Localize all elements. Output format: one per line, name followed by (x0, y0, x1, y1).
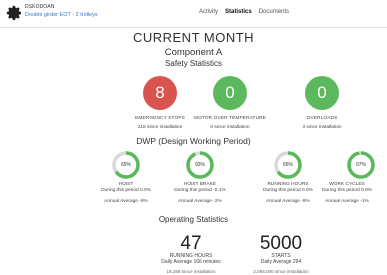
starts-value: 5000 (259, 233, 303, 254)
hoist-brake-annual-average: Annual Average -2% (178, 199, 222, 204)
work-cycles-label: WORK CYCLES (329, 182, 365, 187)
overloads-label: OVERLOADS (306, 116, 338, 121)
hoist-brake-label: HOIST BRAKE (183, 182, 217, 187)
section-title-safety: Safety Statistics (165, 59, 222, 68)
emergency-stops-badge: 8 (143, 76, 177, 110)
running-hours-gauge: 65% (273, 150, 303, 180)
motor-over-temperature-badge: 0 (213, 76, 247, 110)
tab-bar: Activity Statistics Documents (199, 9, 289, 15)
starts-since-installation: 2,058,000 since installation (253, 269, 309, 274)
work-cycles-period: During this period 0.0% (322, 188, 372, 193)
hoist-brake-percent: 93% (194, 162, 205, 168)
top-bar: DSKODOAN Double girder EOT - 2 trolleys … (0, 0, 387, 28)
device-id: DSKODOAN (25, 4, 55, 10)
hoist-annual-average: Annual Average -8% (104, 199, 148, 204)
gear-icon (6, 5, 21, 21)
section-title-operating: Operating Statistics (158, 215, 229, 224)
section-title-dwp: DWP (Design Working Period) (136, 136, 251, 146)
page-title: CURRENT MONTH (132, 30, 255, 45)
device-name-link[interactable]: Double girder EOT - 2 trolleys (25, 12, 98, 18)
running-hours-daily-average: Daily Average 166 minutes (161, 259, 221, 265)
overloads-badge: 0 (305, 76, 339, 110)
running-hours-percent: 65% (282, 162, 293, 168)
overloads-since: 3 since installation (302, 125, 342, 130)
hoist-brake-gauge: 93% (185, 150, 215, 180)
hoist-period: During this period 0.0% (101, 188, 151, 193)
hoist-label: HOIST (118, 182, 134, 187)
tab-documents[interactable]: Documents (259, 9, 289, 15)
tab-statistics[interactable]: Statistics (225, 9, 252, 15)
work-cycles-gauge: 97% (346, 150, 376, 180)
component-title: Component A (164, 47, 223, 58)
tab-activity[interactable]: Activity (199, 9, 218, 15)
work-cycles-percent: 97% (355, 162, 366, 168)
starts-daily-average: Daily Average 294 (260, 259, 302, 265)
running-hours-value: 47 (180, 233, 202, 254)
work-cycles-annual-average: Annual Average -1% (325, 199, 369, 204)
hoist-gauge: 65% (111, 150, 141, 180)
hoist-brake-period: During this period -0.1% (174, 188, 226, 193)
running-hours-since-installation: 19,288 since installation (166, 269, 216, 274)
hoist-percent: 65% (120, 162, 131, 168)
